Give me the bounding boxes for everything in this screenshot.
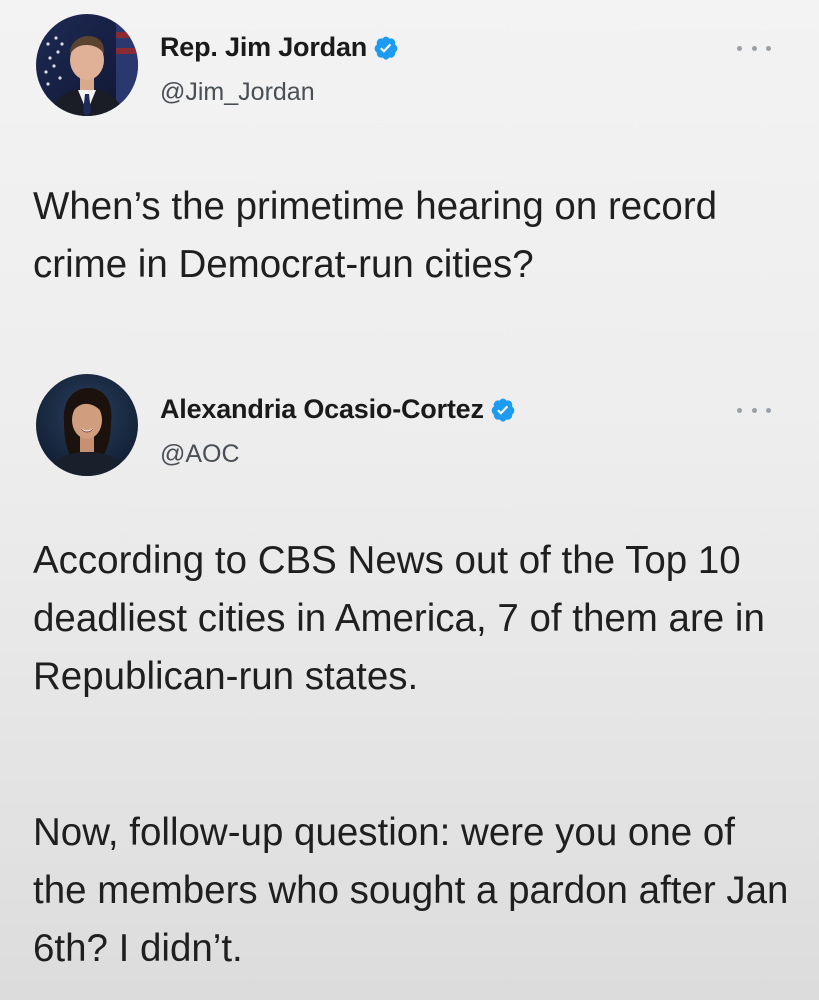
- verified-badge-icon: [491, 398, 515, 422]
- tweet-jim-jordan: Rep. Jim Jordan @Jim_Jordan When’s the p…: [0, 0, 819, 330]
- avatar-portrait-man-icon: [36, 14, 138, 116]
- tweet-aoc: Alexandria Ocasio-Cortez @AOC According …: [0, 360, 819, 1000]
- tweet-text-paragraph-1: According to CBS News out of the Top 10 …: [33, 539, 765, 698]
- more-options-icon[interactable]: [737, 42, 771, 54]
- verified-badge-icon: [374, 36, 398, 60]
- author-handle[interactable]: @Jim_Jordan: [160, 78, 315, 107]
- tweet-text-paragraph-2: Now, follow-up question: were you one of…: [33, 811, 789, 970]
- tweet-text: When’s the primetime hearing on record c…: [33, 185, 718, 286]
- display-name[interactable]: Alexandria Ocasio-Cortez: [160, 394, 484, 425]
- display-name[interactable]: Rep. Jim Jordan: [160, 32, 367, 63]
- author-name-row: Alexandria Ocasio-Cortez: [160, 394, 516, 425]
- avatar[interactable]: [36, 14, 138, 116]
- avatar[interactable]: [36, 374, 138, 476]
- more-options-icon[interactable]: [737, 404, 771, 416]
- author-handle[interactable]: @AOC: [160, 440, 240, 469]
- author-name-row: Rep. Jim Jordan: [160, 32, 399, 63]
- avatar-portrait-woman-icon: [36, 374, 138, 476]
